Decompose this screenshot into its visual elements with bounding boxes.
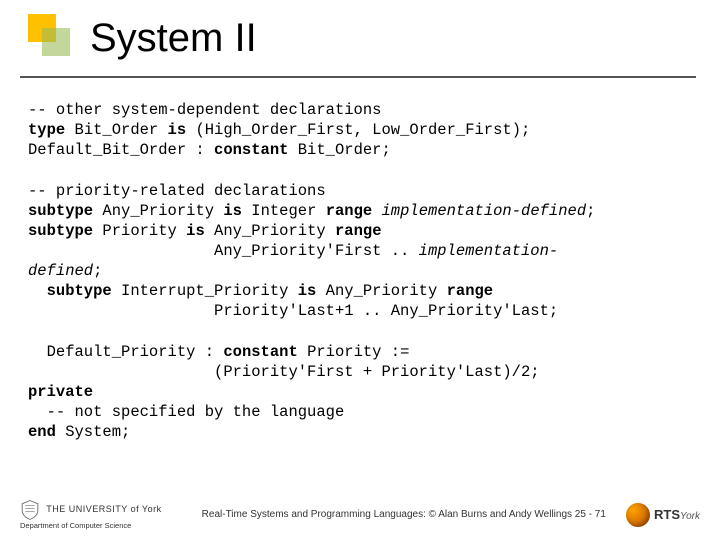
university-name: THE UNIVERSITY of York [46,504,161,514]
kw-private: private [28,383,93,401]
department-name: Department of Computer Science [20,522,162,530]
university-crest-icon [20,499,40,521]
rts-label: RTSYork [654,507,700,522]
code-block: -- other system-dependent declarations t… [28,100,696,442]
kw-range: range [326,202,373,220]
code-line: (Priority'First + Priority'Last)/2; [28,363,540,381]
code-line: Priority'Last+1 .. Any_Priority'Last; [28,302,558,320]
title-underline [20,76,696,78]
code-line: -- priority-related declarations [28,182,326,200]
kw-subtype: subtype [28,202,93,220]
rts-orb-icon [626,503,650,527]
kw-type: type [28,121,65,139]
footer-affiliation: THE UNIVERSITY of York Department of Com… [20,499,162,530]
kw-constant: constant [214,141,288,159]
kw-is: is [168,121,187,139]
kw-end: end [28,423,56,441]
slide-title: System II [90,18,257,58]
slide: System II -- other system-dependent decl… [0,0,720,540]
title-region: System II [28,14,257,54]
footer: THE UNIVERSITY of York Department of Com… [20,499,700,530]
footer-logo: RTSYork [626,503,700,527]
code-line: -- other system-dependent declarations [28,101,381,119]
footer-copyright: Real-Time Systems and Programming Langua… [162,509,626,520]
code-line: -- not specified by the language [28,403,344,421]
accent-icon [28,20,56,48]
